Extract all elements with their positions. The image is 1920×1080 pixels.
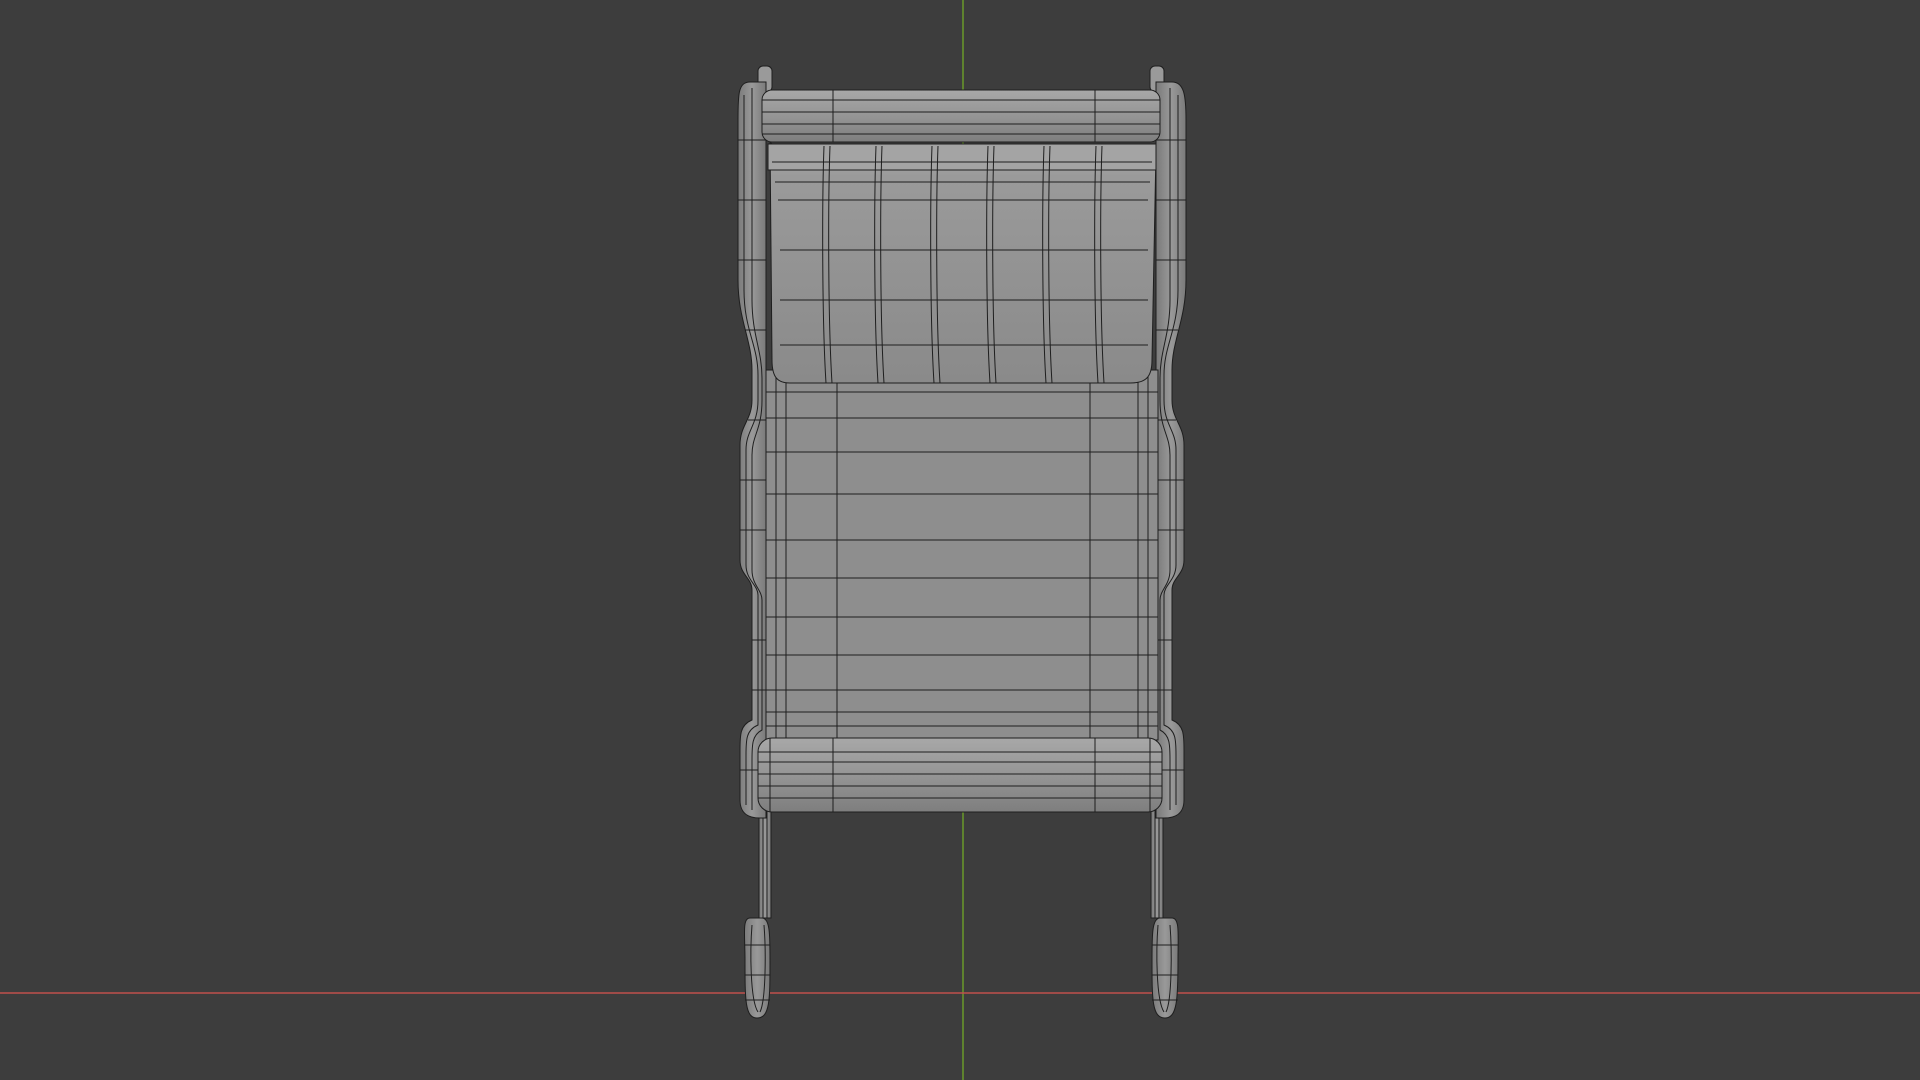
seat-cushion <box>765 369 1159 741</box>
right-leg <box>1150 807 1179 1019</box>
viewport-canvas[interactable] <box>0 0 1920 1080</box>
3d-viewport[interactable] <box>0 0 1920 1080</box>
pillow-top-edge <box>767 143 1157 171</box>
left-leg <box>743 807 772 1019</box>
foot-bolster <box>757 737 1163 813</box>
pillow <box>769 139 1157 384</box>
chair-mesh[interactable] <box>737 65 1187 1019</box>
